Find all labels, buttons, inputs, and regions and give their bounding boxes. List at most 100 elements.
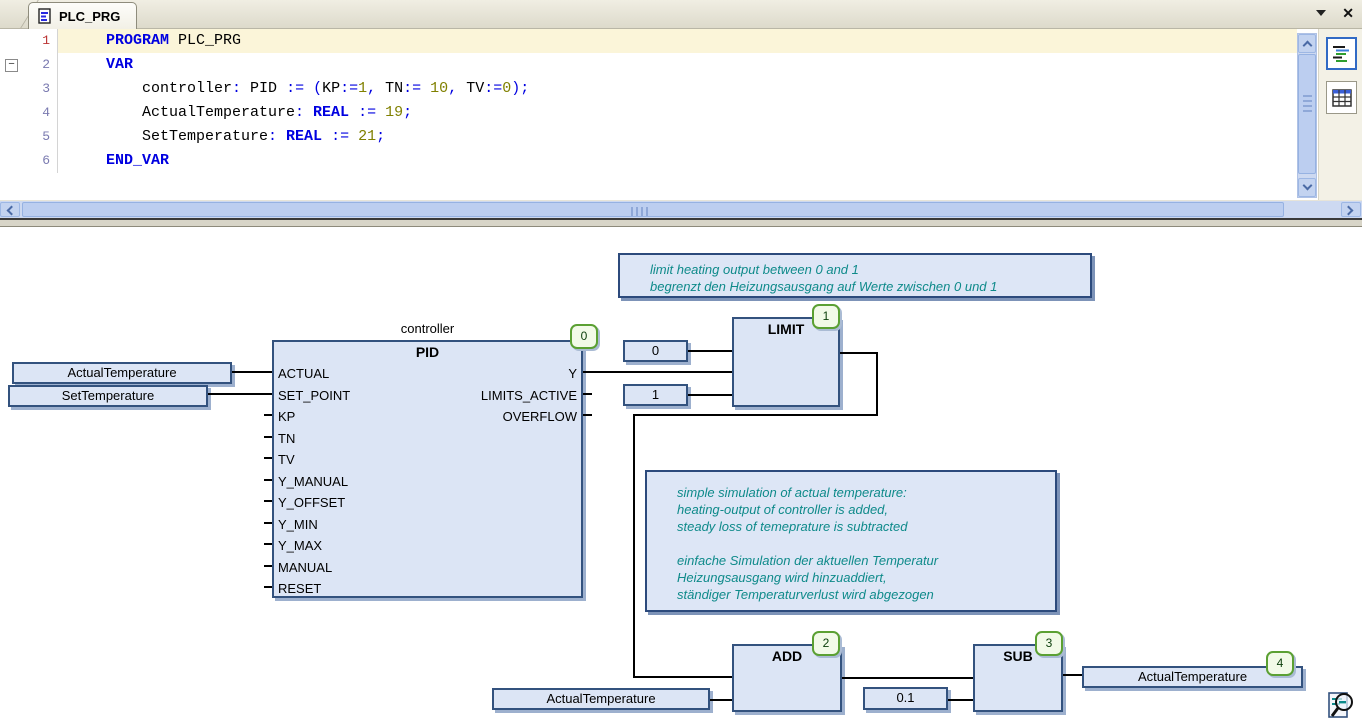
pid-output-overflow: OVERFLOW <box>503 409 577 424</box>
pid-input-y-offset: Y_OFFSET <box>278 495 345 510</box>
execution-order-badge-3: 3 <box>1035 631 1063 656</box>
code-line-1[interactable]: 1 PROGRAM PLC_PRG <box>0 29 1297 53</box>
declaration-editor: 1 PROGRAM PLC_PRG − 2 VAR 3 controller: … <box>0 29 1362 200</box>
wire <box>876 352 878 416</box>
line-number: 1 <box>24 29 58 53</box>
execution-order-badge-1: 1 <box>812 304 840 329</box>
code-text[interactable]: END_VAR <box>58 149 1297 173</box>
const-box-zero[interactable]: 0 <box>623 340 688 362</box>
scroll-left-button[interactable] <box>0 202 20 217</box>
fold-gutter <box>0 101 24 125</box>
wire <box>633 676 732 678</box>
wire <box>633 414 878 416</box>
pid-input-y-max: Y_MAX <box>278 538 322 553</box>
pid-output-limits-active: LIMITS_ACTIVE <box>481 388 577 403</box>
chevron-down-icon <box>1303 181 1313 191</box>
code-text[interactable]: controller: PID := (KP:=1, TN:= 10, TV:=… <box>58 77 1297 101</box>
const-box-one[interactable]: 1 <box>623 384 688 406</box>
scroll-thumb-grip <box>1303 95 1312 112</box>
wire <box>710 699 732 701</box>
code-line-4[interactable]: 4 ActualTemperature: REAL := 19; <box>0 101 1297 125</box>
pin-stub <box>264 586 272 588</box>
zoom-tool-button[interactable] <box>1323 690 1357 720</box>
comment-line: simple simulation of actual temperature: <box>677 484 1045 501</box>
pid-input-tv: TV <box>278 452 295 467</box>
pin-stub <box>264 522 272 524</box>
pid-instance-name: controller <box>272 321 583 336</box>
code-line-6[interactable]: 6 END_VAR <box>0 149 1297 173</box>
pid-block-title: PID <box>274 344 581 360</box>
line-number: 2 <box>24 53 58 77</box>
collapse-icon[interactable]: − <box>5 59 18 72</box>
tabular-view-icon <box>1332 88 1352 108</box>
code-text[interactable]: PROGRAM PLC_PRG <box>58 29 1297 53</box>
comment-line: Heizungsausgang wird hinzuaddiert, <box>677 569 1045 586</box>
pid-input-y-manual: Y_MANUAL <box>278 474 348 489</box>
pin-stub <box>264 393 272 395</box>
comment-line: ständiger Temperaturverlust wird abgezog… <box>677 586 1045 603</box>
code-line-2[interactable]: − 2 VAR <box>0 53 1297 77</box>
pid-input-manual: MANUAL <box>278 560 332 575</box>
fold-gutter <box>0 77 24 101</box>
line-number: 4 <box>24 101 58 125</box>
scroll-thumb-grip <box>631 207 648 216</box>
code-text[interactable]: ActualTemperature: REAL := 19; <box>58 101 1297 125</box>
pid-input-tn: TN <box>278 431 295 446</box>
limit-block[interactable]: LIMIT <box>732 317 840 407</box>
var-box-actualtemperature-in[interactable]: ActualTemperature <box>12 362 232 384</box>
horizontal-scroll-thumb[interactable] <box>22 202 1284 217</box>
comment-line: einfache Simulation der aktuellen Temper… <box>677 552 1045 569</box>
code-text[interactable]: SetTemperature: REAL := 21; <box>58 125 1297 149</box>
code-area[interactable]: 1 PROGRAM PLC_PRG − 2 VAR 3 controller: … <box>0 29 1297 200</box>
scroll-down-button[interactable] <box>1298 178 1316 197</box>
pid-block[interactable]: PID ACTUAL SET_POINT KP TN TV Y_MANUAL Y… <box>272 340 583 598</box>
code-text[interactable]: VAR <box>58 53 1297 77</box>
code-line-5[interactable]: 5 SetTemperature: REAL := 21; <box>0 125 1297 149</box>
fold-gutter <box>0 149 24 173</box>
pid-input-actual: ACTUAL <box>278 366 329 381</box>
pin-stub <box>264 436 272 438</box>
tab-label: PLC_PRG <box>59 9 120 24</box>
horizontal-scrollbar[interactable] <box>0 200 1362 218</box>
wire <box>1063 674 1082 676</box>
var-box-actualtemperature-in2[interactable]: ActualTemperature <box>492 688 710 710</box>
tabular-view-button[interactable] <box>1326 81 1357 114</box>
pin-stub <box>583 393 592 395</box>
pin-stub <box>264 479 272 481</box>
textual-view-icon <box>1332 44 1352 64</box>
scroll-up-button[interactable] <box>1298 34 1316 53</box>
wire <box>840 352 878 354</box>
code-line-3[interactable]: 3 controller: PID := (KP:=1, TN:= 10, TV… <box>0 77 1297 101</box>
comment-box-simulation[interactable]: simple simulation of actual temperature:… <box>645 470 1057 612</box>
execution-order-badge-2: 2 <box>812 631 840 656</box>
pid-input-reset: RESET <box>278 581 321 596</box>
pin-stub <box>264 543 272 545</box>
window-list-dropdown-icon[interactable] <box>1316 10 1326 16</box>
comment-box-limit[interactable]: limit heating output between 0 and 1 beg… <box>618 253 1092 298</box>
fold-gutter <box>0 125 24 149</box>
comment-line: limit heating output between 0 and 1 <box>650 261 1080 278</box>
scroll-right-button[interactable] <box>1341 202 1361 217</box>
wire <box>842 677 973 679</box>
pid-input-set-point: SET_POINT <box>278 388 350 403</box>
pin-stub <box>264 500 272 502</box>
execution-order-badge-4: 4 <box>1266 651 1294 676</box>
textual-view-button[interactable] <box>1326 37 1357 70</box>
fold-gutter <box>0 29 24 53</box>
tab-plc-prg[interactable]: PLC_PRG <box>28 2 137 29</box>
plc-editor-window: PLC_PRG ✕ 1 PROGRAM PLC_PRG − 2 VAR <box>0 0 1362 722</box>
comment-line <box>677 535 1045 552</box>
pane-splitter[interactable] <box>0 218 1362 227</box>
var-box-settemperature-in[interactable]: SetTemperature <box>8 385 208 407</box>
vertical-scrollbar[interactable] <box>1297 33 1317 198</box>
wire <box>688 394 732 396</box>
wire <box>688 350 732 352</box>
close-icon[interactable]: ✕ <box>1342 6 1354 20</box>
wire <box>583 371 732 373</box>
const-box-point-one[interactable]: 0.1 <box>863 687 948 710</box>
editor-right-strip <box>1318 29 1362 200</box>
pid-output-y: Y <box>568 366 577 381</box>
line-number: 3 <box>24 77 58 101</box>
vertical-scroll-thumb[interactable] <box>1298 54 1316 174</box>
wire <box>208 393 272 395</box>
